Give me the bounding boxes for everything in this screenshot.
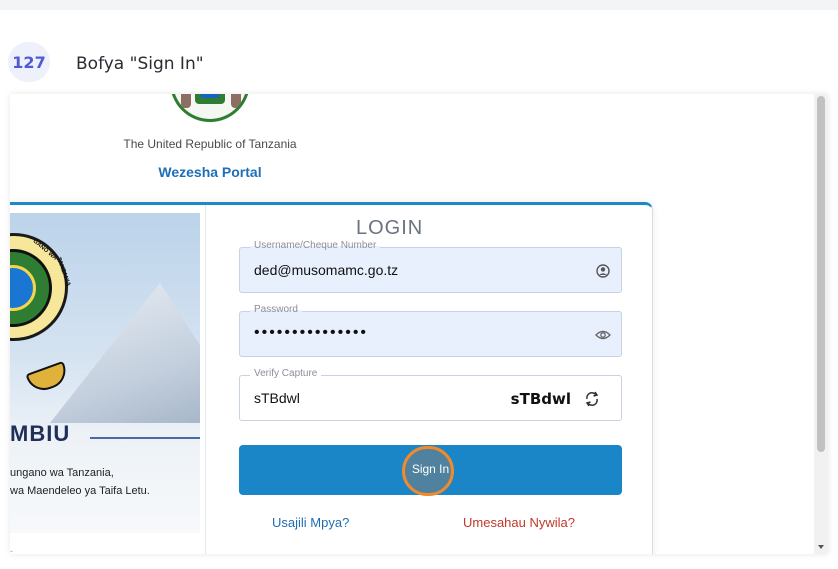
top-band bbox=[0, 0, 838, 10]
tutorial-page: 127 Bofya "Sign In" The United Republic … bbox=[0, 0, 838, 569]
username-field[interactable]: Username/Cheque Number ded@musomamc.go.t… bbox=[239, 240, 622, 293]
coat-of-arms-logo bbox=[170, 94, 250, 122]
vision-title: MBIU bbox=[10, 421, 71, 446]
refresh-icon[interactable] bbox=[583, 390, 601, 408]
corner-mark: - bbox=[10, 546, 13, 554]
login-title: LOGIN bbox=[356, 217, 424, 239]
captcha-field[interactable]: Verify Capture sTBdwl sTBdwl bbox=[239, 368, 622, 421]
vision-line-1: ungano wa Tanzania, bbox=[10, 467, 114, 479]
scrollbar[interactable] bbox=[814, 94, 828, 554]
step-header: 127 Bofya "Sign In" bbox=[0, 10, 838, 94]
register-link[interactable]: Usajili Mpya? bbox=[272, 515, 349, 530]
step-instruction: Bofya "Sign In" bbox=[76, 54, 204, 74]
password-field[interactable]: Password ••••••••••••••• bbox=[239, 304, 622, 357]
captcha-input-value[interactable]: sTBdwl bbox=[254, 390, 300, 406]
portal-title: Wezesha Portal bbox=[158, 164, 262, 180]
left-panel: GANO WA TANZANIA MBIU ungano wa Tanzania… bbox=[10, 205, 206, 554]
scroll-thumb[interactable] bbox=[817, 96, 825, 452]
republic-label: The United Republic of Tanzania bbox=[123, 137, 297, 151]
screenshot-frame: The United Republic of Tanzania Wezesha … bbox=[10, 94, 828, 554]
eye-icon[interactable] bbox=[595, 327, 611, 343]
step-number-badge: 127 bbox=[8, 42, 50, 82]
title-divider bbox=[90, 437, 200, 439]
username-value[interactable]: ded@musomamc.go.tz bbox=[254, 262, 398, 278]
vision-line-2: wa Maendeleo ya Taifa Letu. bbox=[10, 485, 150, 497]
password-label: Password bbox=[250, 304, 302, 315]
sign-in-button[interactable]: Sign In bbox=[239, 445, 622, 496]
user-circle-icon bbox=[595, 263, 611, 279]
scroll-down-arrow-icon[interactable] bbox=[817, 538, 825, 549]
forgot-password-link[interactable]: Umesahau Nywila? bbox=[463, 515, 575, 530]
username-label: Username/Cheque Number bbox=[250, 240, 381, 251]
password-value[interactable]: ••••••••••••••• bbox=[254, 324, 368, 342]
sign-in-label: Sign In bbox=[411, 462, 450, 476]
login-card: GANO WA TANZANIA MBIU ungano wa Tanzania… bbox=[10, 202, 653, 554]
captcha-code: sTBdwl bbox=[510, 390, 571, 408]
captcha-label: Verify Capture bbox=[250, 368, 322, 379]
